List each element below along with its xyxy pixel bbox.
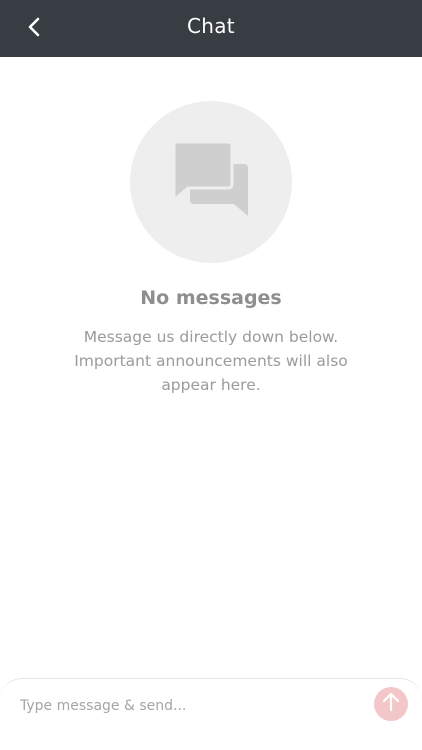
chat-screen: Chat No messages Message us directly dow…: [0, 0, 422, 750]
empty-state-description: Message us directly down below. Importan…: [74, 328, 348, 394]
page-title: Chat: [187, 14, 235, 38]
top-bar: Chat: [0, 0, 422, 57]
empty-state-title: No messages: [140, 287, 282, 309]
send-button[interactable]: [374, 687, 408, 721]
message-composer: [0, 678, 422, 750]
message-input[interactable]: [18, 691, 360, 721]
empty-state-illustration: [130, 101, 292, 263]
arrow-up-icon: [382, 692, 400, 716]
chat-bubbles-icon: [170, 140, 252, 224]
